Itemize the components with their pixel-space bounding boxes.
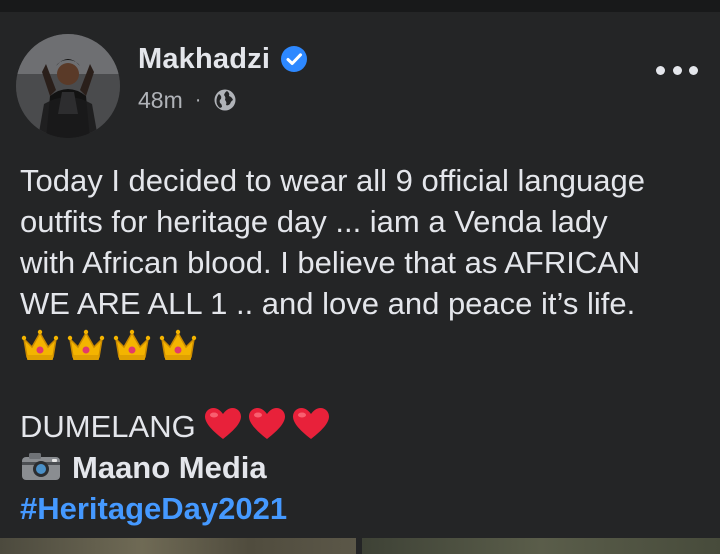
avatar[interactable] <box>16 34 120 138</box>
camera-emoji <box>22 453 60 480</box>
more-options-icon[interactable] <box>656 58 698 82</box>
photo-thumbnail-left[interactable] <box>0 538 356 554</box>
top-divider <box>0 0 720 12</box>
avatar-image <box>16 34 120 138</box>
post-meta: 48m · <box>138 84 237 116</box>
author-row: Makhadzi <box>138 39 308 79</box>
more-dot <box>689 65 698 75</box>
hashtag-link[interactable]: #HeritageDay2021 <box>20 491 287 526</box>
more-dot <box>656 65 665 75</box>
post-text-line: outfits for heritage day ... iam a Venda… <box>20 204 608 239</box>
crown-emoji <box>113 329 151 360</box>
post-timestamp[interactable]: 48m <box>138 87 183 114</box>
post-text-line: with African blood. I believe that as AF… <box>20 245 641 280</box>
crown-emoji <box>67 329 105 360</box>
greeting-text: DUMELANG <box>20 409 196 444</box>
post-body: Today I decided to wear all 9 official l… <box>20 160 710 529</box>
more-dot <box>672 65 682 75</box>
crown-emoji-row <box>20 324 710 365</box>
crown-emoji <box>21 329 59 360</box>
credit-line: Maano Media <box>20 447 710 488</box>
heart-emoji <box>248 408 285 439</box>
credit-text: Maano Media <box>72 450 267 485</box>
post-text-line: Today I decided to wear all 9 official l… <box>20 163 646 198</box>
hearts-row <box>202 407 330 441</box>
post-card: Makhadzi 48m · Today I decided to wear a… <box>0 12 720 554</box>
heart-emoji <box>204 408 241 439</box>
post-text-line: WE ARE ALL 1 .. and love and peace it’s … <box>20 286 636 321</box>
heart-emoji <box>292 408 329 439</box>
crown-emoji <box>159 329 197 360</box>
greeting-line: DUMELANG <box>20 406 710 447</box>
photo-thumbnail-right[interactable] <box>362 538 720 554</box>
hashtag-line: #HeritageDay2021 <box>20 488 710 529</box>
attached-photos <box>0 538 720 554</box>
meta-separator: · <box>194 88 202 111</box>
author-name[interactable]: Makhadzi <box>138 43 270 76</box>
verified-badge-icon <box>281 46 308 72</box>
globe-icon[interactable] <box>213 88 237 112</box>
